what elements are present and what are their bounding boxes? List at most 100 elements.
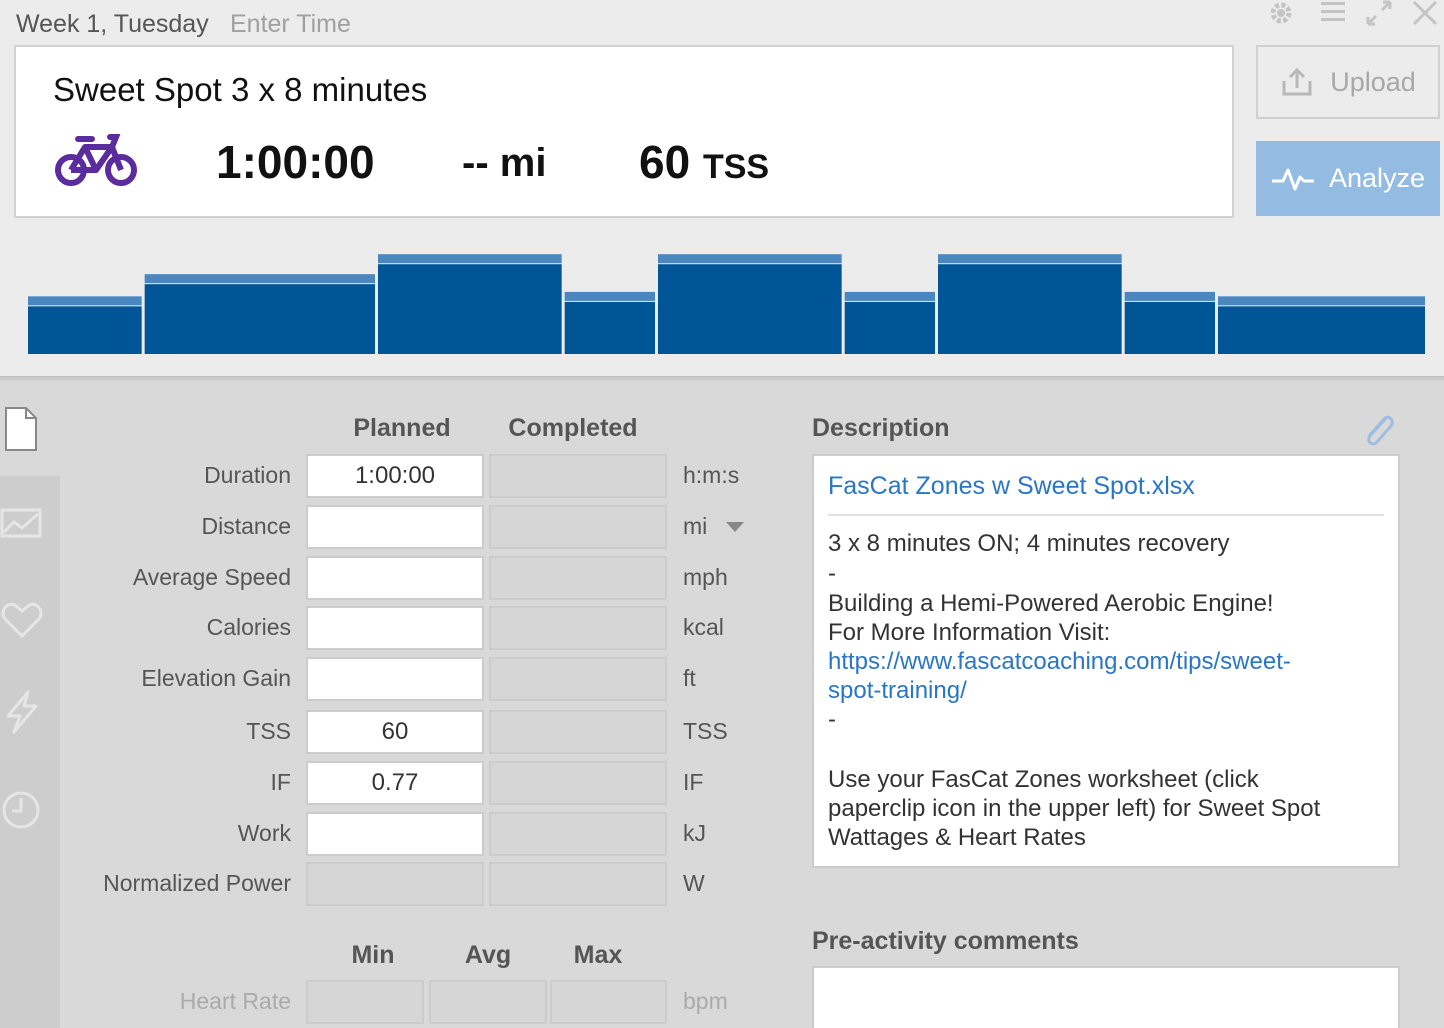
workout-summary-card: Sweet Spot 3 x 8 minutes 1:00:00 -- mi 6… (14, 45, 1234, 218)
interval-bar[interactable] (564, 301, 655, 354)
description-line: - (828, 706, 836, 733)
clock-icon[interactable] (0, 788, 44, 832)
summary-tss: 60 TSS (639, 135, 769, 189)
description-line: - (828, 560, 836, 587)
elevation-gain-label: Elevation Gain (141, 665, 291, 691)
duration-planned-input[interactable]: 1:00:00 (306, 454, 484, 498)
work-unit: kJ (683, 820, 706, 846)
lightning-icon[interactable] (0, 690, 44, 734)
interval-bar[interactable] (1218, 306, 1425, 354)
close-icon[interactable] (1410, 0, 1440, 28)
distance-label: Distance (201, 513, 291, 539)
tss-label: TSS (246, 718, 291, 744)
interval-bar-cap (28, 296, 142, 306)
if-completed-input[interactable] (489, 761, 667, 805)
summary-tss-unit: TSS (702, 148, 770, 186)
interval-bar-cap (658, 254, 842, 264)
duration-label: Duration (204, 462, 291, 488)
upload-label: Upload (1330, 66, 1416, 97)
workout-title[interactable]: Sweet Spot 3 x 8 minutes (53, 71, 427, 109)
summary-tss-value: 60 (639, 136, 691, 188)
hr-min-field[interactable] (306, 980, 424, 1024)
average-speed-label: Average Speed (132, 564, 291, 590)
description-line: For More Information Visit: (828, 619, 1111, 646)
interval-bar-cap (144, 274, 375, 284)
upload-icon (1282, 67, 1312, 96)
average-speed-unit: mph (683, 564, 728, 590)
duration-completed-input[interactable] (489, 454, 667, 498)
tss-unit: TSS (683, 718, 728, 744)
gear-icon[interactable] (1266, 0, 1296, 28)
elevation-gain-completed-input[interactable] (489, 657, 667, 701)
tss-planned-input[interactable]: 60 (306, 710, 484, 754)
analyze-button[interactable]: Analyze (1256, 141, 1440, 216)
interval-bar[interactable] (28, 306, 142, 354)
workout-date: Week 1, Tuesday (16, 10, 209, 38)
interval-bar-cap (1218, 296, 1425, 306)
description-url-link[interactable]: https://www.fascatcoaching.com/tips/swee… (828, 648, 1291, 676)
average-speed-completed-input[interactable] (489, 556, 667, 600)
panel-shadow (0, 376, 1444, 382)
tss-completed-input[interactable] (489, 710, 667, 754)
attachment-link[interactable]: FasCat Zones w Sweet Spot.xlsx (828, 472, 1195, 501)
distance-unit: mi (683, 513, 708, 539)
sidebar (0, 476, 60, 1028)
work-planned-input[interactable] (306, 812, 484, 856)
work-completed-input[interactable] (489, 812, 667, 856)
if-unit: IF (683, 769, 704, 795)
hr-min-header: Min (351, 941, 395, 969)
pre-activity-heading: Pre-activity comments (812, 927, 1079, 955)
if-label: IF (270, 769, 291, 795)
heart-rate-label: Heart Rate (179, 988, 291, 1014)
description-line: Use your FasCat Zones worksheet (click (828, 766, 1259, 793)
interval-bar[interactable] (378, 264, 562, 354)
interval-bar[interactable] (844, 301, 935, 354)
heart-icon[interactable] (0, 598, 44, 642)
interval-bar-cap (1124, 291, 1215, 301)
interval-bar[interactable] (658, 264, 842, 354)
duration-unit: h:m:s (683, 462, 740, 488)
description-line: Building a Hemi-Powered Aerobic Engine! (828, 590, 1274, 617)
hr-max-field[interactable] (550, 980, 667, 1024)
description-heading: Description (812, 414, 950, 442)
summary-duration: 1:00:00 (216, 136, 375, 188)
calories-unit: kcal (683, 614, 724, 640)
distance-planned-input[interactable] (306, 505, 484, 549)
description-url-link[interactable]: spot-training/ (828, 677, 967, 705)
normalized-power-completed-input[interactable] (489, 862, 667, 906)
if-planned-input[interactable]: 0.77 (306, 761, 484, 805)
work-label: Work (237, 820, 291, 846)
pulse-icon (1271, 168, 1314, 190)
elevation-gain-planned-input[interactable] (306, 657, 484, 701)
menu-icon[interactable] (1318, 0, 1348, 28)
description-line: paperclip icon in the upper left) for Sw… (828, 795, 1321, 822)
normalized-power-label: Normalized Power (103, 870, 291, 896)
pre-activity-comments-input[interactable] (812, 966, 1400, 1028)
interval-bar-cap (844, 291, 935, 301)
interval-bar[interactable] (938, 264, 1122, 354)
enter-time-link[interactable]: Enter Time (230, 10, 351, 39)
distance-completed-input[interactable] (489, 505, 667, 549)
analyze-label: Analyze (1328, 163, 1426, 193)
document-icon[interactable] (4, 406, 38, 452)
distance-unit-dropdown[interactable] (726, 522, 744, 532)
hr-avg-header: Avg (464, 941, 512, 969)
chart-icon[interactable] (0, 502, 44, 546)
planned-column-header: Planned (353, 414, 451, 442)
paperclip-icon[interactable] (1360, 410, 1396, 450)
elevation-gain-unit: ft (683, 665, 696, 691)
description-box[interactable]: FasCat Zones w Sweet Spot.xlsx 3 x 8 min… (812, 454, 1400, 868)
expand-icon[interactable] (1364, 0, 1394, 28)
heart-rate-unit: bpm (683, 988, 728, 1014)
interval-bar[interactable] (144, 284, 375, 354)
hr-avg-field[interactable] (429, 980, 547, 1024)
calories-completed-input[interactable] (489, 606, 667, 650)
upload-button[interactable]: Upload (1256, 45, 1440, 119)
description-line: 3 x 8 minutes ON; 4 minutes recovery (828, 530, 1230, 557)
interval-bar-cap (378, 254, 562, 264)
average-speed-planned-input[interactable] (306, 556, 484, 600)
normalized-power-planned-input[interactable] (306, 862, 484, 906)
interval-bar[interactable] (1124, 301, 1215, 354)
calories-planned-input[interactable] (306, 606, 484, 650)
interval-bar-cap (938, 254, 1122, 264)
